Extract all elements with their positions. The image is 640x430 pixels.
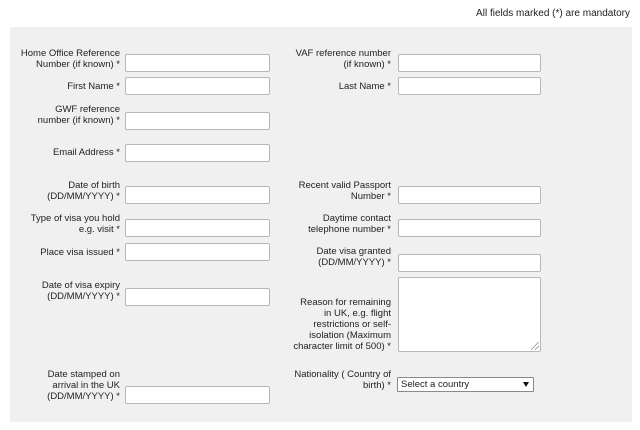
home-office-ref-input[interactable] bbox=[125, 54, 270, 72]
email-label: Email Address * bbox=[52, 147, 120, 158]
vaf-ref-input[interactable] bbox=[398, 54, 541, 72]
email-input[interactable] bbox=[125, 144, 270, 162]
nationality-select[interactable]: Select a country bbox=[397, 377, 534, 392]
vaf-ref-label: VAF reference number (if known) * bbox=[295, 48, 391, 70]
first-name-input[interactable] bbox=[125, 77, 270, 95]
visa-expiry-input[interactable] bbox=[125, 288, 270, 306]
dob-input[interactable] bbox=[125, 186, 270, 204]
telephone-label: Daytime contact telephone number * bbox=[308, 213, 391, 235]
visa-expiry-label: Date of visa expiry (DD/MM/YYYY) * bbox=[41, 280, 120, 302]
mandatory-note: All fields marked (*) are mandatory bbox=[476, 8, 630, 19]
date-stamped-label: Date stamped on arrival in the UK (DD/MM… bbox=[47, 369, 120, 402]
nationality-selected-value: Select a country bbox=[401, 379, 470, 390]
visa-place-input[interactable] bbox=[125, 243, 270, 261]
visa-type-label: Type of visa you hold e.g. visit * bbox=[30, 213, 120, 235]
last-name-input[interactable] bbox=[398, 77, 541, 95]
passport-input[interactable] bbox=[398, 186, 541, 204]
last-name-label: Last Name * bbox=[338, 81, 391, 92]
application-form: Home Office Reference Number (if known) … bbox=[10, 27, 632, 422]
gwf-ref-label: GWF reference number (if known) * bbox=[37, 104, 120, 126]
nationality-label: Nationality ( Country of birth) * bbox=[294, 369, 391, 391]
dob-label: Date of birth (DD/MM/YYYY) * bbox=[47, 180, 120, 202]
resize-grip-icon[interactable] bbox=[531, 342, 539, 350]
reason-textarea[interactable] bbox=[398, 277, 541, 352]
home-office-ref-label: Home Office Reference Number (if known) … bbox=[20, 48, 120, 70]
visa-place-label: Place visa issued * bbox=[40, 247, 120, 258]
reason-label: Reason for remaining in UK, e.g. flight … bbox=[293, 297, 391, 352]
passport-label: Recent valid Passport Number * bbox=[298, 180, 391, 202]
first-name-label: First Name * bbox=[67, 81, 120, 92]
chevron-down-icon bbox=[523, 382, 529, 387]
telephone-input[interactable] bbox=[398, 219, 541, 237]
visa-granted-input[interactable] bbox=[398, 254, 541, 272]
gwf-ref-input[interactable] bbox=[125, 112, 270, 130]
visa-granted-label: Date visa granted (DD/MM/YYYY) * bbox=[316, 246, 391, 268]
date-stamped-input[interactable] bbox=[125, 386, 270, 404]
visa-type-input[interactable] bbox=[125, 219, 270, 237]
